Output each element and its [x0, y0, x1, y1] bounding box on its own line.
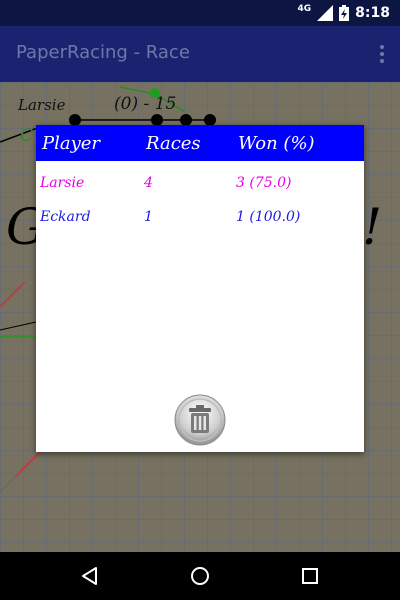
back-icon[interactable]	[78, 564, 102, 588]
home-icon[interactable]	[188, 564, 212, 588]
statistics-dialog: Player Races Won (%) Larsie 4 3 (75.0) E…	[36, 125, 364, 452]
stats-header: Player Races Won (%)	[36, 125, 364, 161]
navigation-bar	[0, 552, 400, 600]
network-type: 4G	[297, 4, 312, 14]
clock: 8:18	[355, 5, 390, 21]
player-label: Larsie	[18, 96, 66, 114]
trash-icon[interactable]	[174, 394, 226, 446]
partial-label: C	[20, 126, 34, 146]
row-won: 3 (75.0)	[236, 175, 292, 191]
header-races: Races	[146, 133, 201, 154]
signal-icon	[317, 5, 334, 21]
svg-text:!: !	[362, 198, 382, 256]
battery-icon	[339, 5, 350, 21]
app-bar: PaperRacing - Race	[0, 26, 400, 82]
row-player: Eckard	[40, 209, 91, 225]
status-bar: 4G 8:18	[0, 0, 400, 26]
recents-icon[interactable]	[298, 564, 322, 588]
row-races: 1	[144, 209, 153, 225]
overflow-menu-icon[interactable]	[378, 44, 386, 64]
score-text: (0) - 15	[114, 94, 177, 114]
row-races: 4	[144, 175, 153, 191]
header-player: Player	[42, 133, 101, 154]
row-player: Larsie	[40, 175, 85, 191]
app-title: PaperRacing - Race	[16, 42, 190, 63]
header-won: Won (%)	[238, 133, 315, 154]
row-won: 1 (100.0)	[236, 209, 301, 225]
